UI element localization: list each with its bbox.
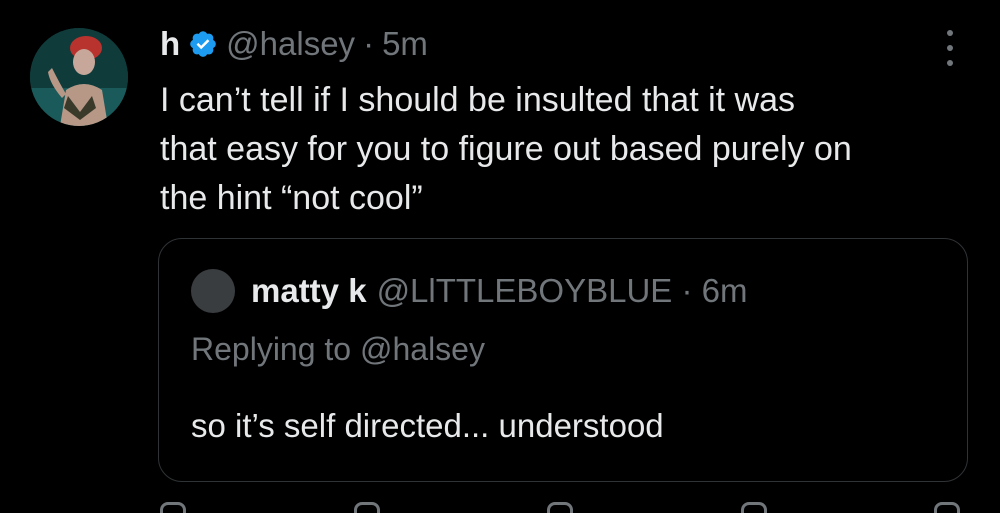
user-avatar[interactable]	[30, 28, 128, 126]
reply-mention-link[interactable]: @halsey	[360, 331, 485, 367]
tweet-header: h @halsey · 5m	[160, 22, 428, 66]
bookmark-icon[interactable]	[934, 502, 960, 513]
user-handle[interactable]: @halsey	[226, 25, 355, 63]
tweet-text-line: the hint “not cool”	[160, 179, 423, 217]
tweet-text-line: that easy for you to figure out based pu…	[160, 130, 852, 168]
like-icon[interactable]	[547, 502, 573, 513]
quoted-tweet[interactable]: matty k @LlTTLEBOYBLUE · 6m Replying to …	[158, 238, 968, 482]
reply-icon[interactable]	[160, 502, 186, 513]
views-icon[interactable]	[740, 502, 767, 513]
replying-to-label: Replying to	[191, 331, 352, 367]
replying-to: Replying to @halsey	[191, 331, 485, 368]
quoted-tweet-header: matty k @LlTTLEBOYBLUE · 6m	[191, 269, 748, 313]
quoted-display-name[interactable]: matty k	[251, 272, 367, 310]
quoted-tweet-text: so it’s self directed... understood	[191, 407, 664, 444]
quoted-handle-time[interactable]: @LlTTLEBOYBLUE · 6m	[377, 272, 748, 310]
quoted-user-avatar[interactable]	[191, 269, 235, 313]
more-vertical-icon[interactable]	[938, 30, 962, 66]
action-bar	[160, 502, 960, 513]
separator-dot: ·	[363, 25, 375, 62]
retweet-icon[interactable]	[353, 502, 380, 513]
verified-badge-icon	[188, 29, 218, 59]
tweet-text-line: I can’t tell if I should be insulted tha…	[160, 81, 796, 119]
display-name[interactable]: h	[160, 25, 180, 63]
tweet-card: h @halsey · 5m I can’t tell if I should …	[0, 0, 1000, 513]
avatar-image	[30, 28, 128, 126]
timestamp[interactable]: 5m	[382, 25, 428, 63]
tweet-text: I can’t tell if I should be insulted tha…	[160, 76, 970, 223]
